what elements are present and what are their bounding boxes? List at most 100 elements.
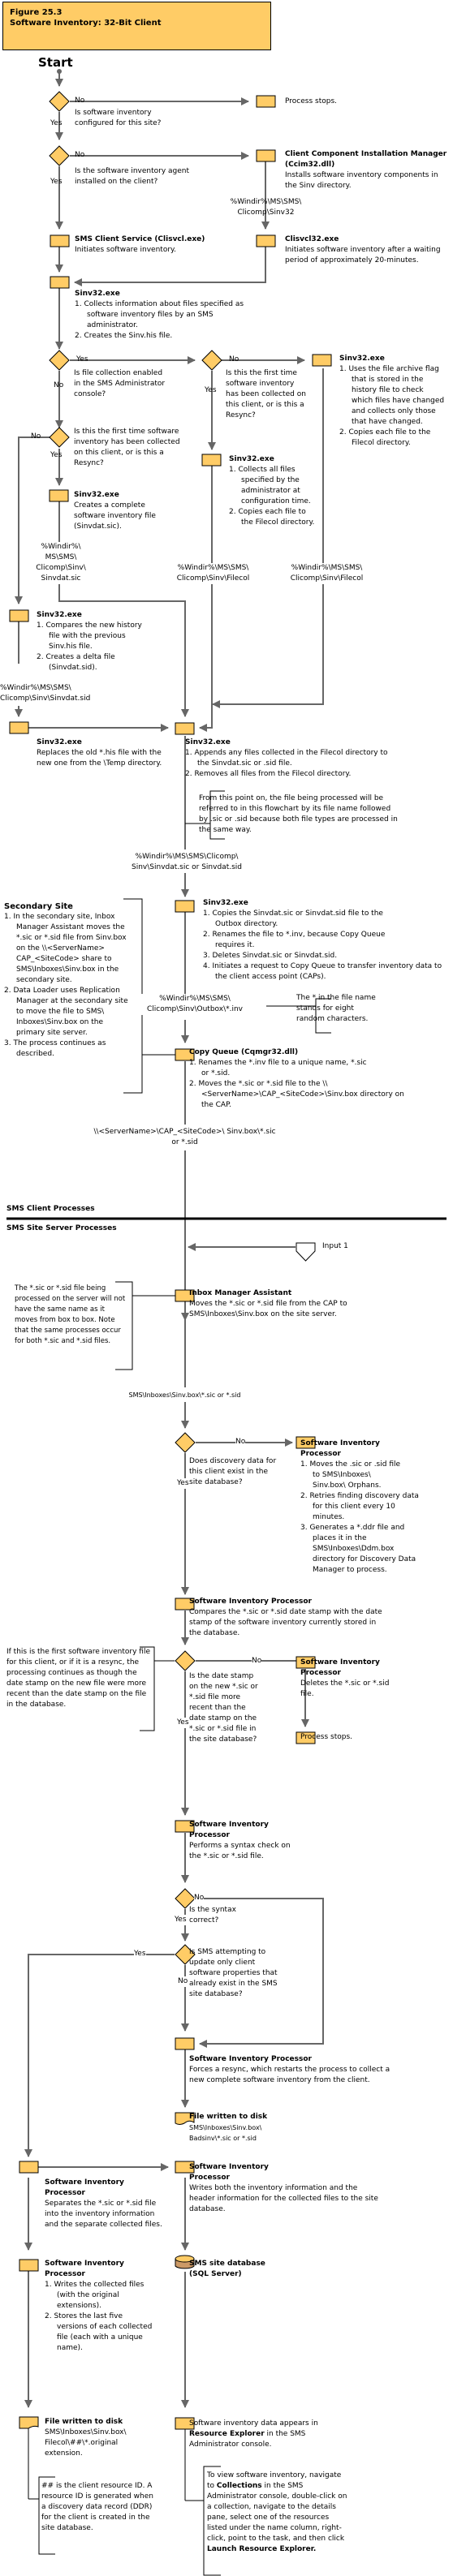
- decision-d3-question: Is file collection enabled in the SMS Ad…: [74, 369, 166, 398]
- process-sinv-complete-title: Sinv32.exe: [74, 491, 119, 499]
- input-1-label: Input 1: [322, 1242, 348, 1250]
- process-sinv-append: [175, 722, 195, 735]
- process-inbox-mgr-title: Inbox Manager Assistant: [189, 1289, 292, 1297]
- decision-d6: [175, 1432, 196, 1453]
- launch-resource-explorer-emphasis: Launch Resource Explorer.: [207, 2545, 317, 2553]
- decision-d2-question: Is the software inventory agent installe…: [75, 167, 190, 186]
- lane-client-label: SMS Client Processes: [6, 1205, 95, 1213]
- process-sinv-append-item: 2. Removes all files from the Filecol di…: [185, 770, 352, 778]
- process-sinv-archive-item: 1. Uses the file archive flag that is st…: [339, 365, 445, 426]
- process-stop1: [256, 95, 276, 108]
- process-resource-explorer-text: Software inventory data appears in Resou…: [189, 2419, 331, 2450]
- decision-d5: [201, 350, 222, 371]
- decision-d1-question: Is software inventory configured for thi…: [75, 109, 162, 127]
- process-sinv-compare-title: Sinv32.exe: [37, 611, 82, 619]
- decision-d4-question: Is this the first time software inventor…: [74, 428, 180, 467]
- note-processing: From this point on, the file being proce…: [199, 794, 398, 834]
- collections-emphasis: Collections: [216, 2482, 262, 2490]
- decision-d4: [49, 427, 70, 448]
- process-sip-resync-title: Software Inventory Processor: [189, 2055, 312, 2063]
- input-connector-1: [296, 1242, 316, 1262]
- process-sinv-replace-text: Replaces the old *.his file with the new…: [37, 749, 162, 768]
- process-ccim: [256, 149, 276, 162]
- decision-d3: [49, 350, 70, 371]
- process-sinv-append-item: 1. Appends any files collected in the Fi…: [185, 749, 388, 768]
- note-secondary-site-title: Secondary Site: [4, 902, 73, 911]
- decision-d4-no: No: [31, 432, 41, 441]
- text-span: in the SMS Administrator console, double…: [207, 2482, 347, 2543]
- document-file-filecol-title: File written to disk: [45, 2418, 123, 2426]
- decision-d7-no: No: [252, 1656, 262, 1666]
- process-sinv-replace: [9, 721, 29, 734]
- decision-d3-yes: Yes: [76, 355, 88, 363]
- process-sip-writes-text: Writes both the inventory information an…: [189, 2184, 378, 2213]
- process-sip-orphans-title: Software Inventory Processor: [300, 1439, 380, 1458]
- decision-d6-no: No: [235, 1437, 246, 1447]
- path-p4: %Windir%\MS\SMS\ Clicomp\Sinv\Filecol: [276, 563, 378, 584]
- decision-d8-yes: Yes: [175, 1915, 187, 1925]
- process-inbox-mgr-text: Moves the *.sic or *.sid file from the C…: [189, 1300, 347, 1318]
- decision-d2: [49, 145, 70, 166]
- process-sip-resync-block: Software Inventory Processor Forces a re…: [189, 2054, 400, 2086]
- process-sip-compare-block: Software Inventory Processor Compares th…: [189, 1597, 384, 1639]
- process-sinv-complete-text: Creates a complete software inventory fi…: [74, 501, 156, 531]
- process-sip-delete-text: Deletes the *.sic or *.sid file.: [300, 1679, 390, 1698]
- process-stop1-text: Process stops.: [285, 97, 337, 105]
- decision-d5-no: No: [229, 355, 239, 363]
- path-p9: SMS\Inboxes\Sinv.box\*.sic or *.sid: [85, 1390, 284, 1400]
- note-asterisk: The * in the file name stands for eight …: [296, 994, 376, 1023]
- decision-d9-no: No: [178, 1976, 188, 1987]
- process-clisvcl: [50, 234, 70, 247]
- decision-d8-question: Is the syntax correct?: [189, 1906, 236, 1924]
- process-sinv-all-item: 1. Collects all files specified by the a…: [229, 466, 311, 505]
- process-clisvcl32-text: Initiates software inventory after a wai…: [285, 246, 441, 264]
- process-sinv-append-block: Sinv32.exe 1. Appends any files collecte…: [185, 738, 429, 780]
- process-copy-queue-block: Copy Queue (Cqmgr32.dll) 1. Renames the …: [189, 1047, 433, 1111]
- process-sip-compare-title: Software Inventory Processor: [189, 1598, 312, 1606]
- resource-explorer-emphasis: Resource Explorer: [189, 2430, 265, 2438]
- figure-title: Software Inventory: 32-Bit Client: [10, 19, 162, 28]
- process-sip-collected-block: Software Inventory Processor 1. Writes t…: [45, 2259, 162, 2354]
- process-sinv-collect-item: 2. Creates the Sinv.his file.: [75, 332, 173, 340]
- process-sip-orphans-item: 3. Generates a *.ddr file and places it …: [300, 1524, 416, 1574]
- process-sinv-copy-item: 4. Initiates a request to Copy Queue to …: [203, 962, 442, 981]
- process-clisvcl32: [256, 234, 276, 247]
- process-sip-collected-item: 1. Writes the collected files (with the …: [45, 2281, 145, 2310]
- process-clisvcl32-title: Clisvcl32.exe: [285, 235, 339, 243]
- process-ccim-block: Client Component Installation Manager (C…: [285, 149, 447, 191]
- process-sip-compare-text: Compares the *.sic or *.sid date stamp w…: [189, 1608, 382, 1637]
- note-secondary-site-item: 1. In the secondary site, Inbox Manager …: [4, 913, 127, 984]
- process-sinv-collect-title: Sinv32.exe: [75, 290, 120, 298]
- lane-server-label: SMS Site Server Processes: [6, 1224, 117, 1232]
- process-sinv-complete-block: Sinv32.exe Creates a complete software i…: [74, 490, 170, 532]
- process-sip-resync: [175, 2037, 195, 2050]
- process-copy-queue-item: 1. Renames the *.inv file to a unique na…: [189, 1059, 367, 1077]
- process-sinv-all-item: 2. Copies each file to the Filecol direc…: [229, 508, 315, 527]
- note-server-name: The *.sic or *.sid file being processed …: [15, 1284, 126, 1345]
- decision-d4-yes: Yes: [50, 451, 63, 459]
- connector: [199, 583, 213, 732]
- process-sinv-compare-item: 2. Creates a delta file (Sinvdat.sid).: [37, 653, 115, 672]
- decision-d9-question: Is SMS attempting to update only client …: [189, 1948, 278, 1998]
- decision-d5-question: Is this the first time software inventor…: [226, 369, 306, 419]
- process-sip-separate: [19, 2161, 39, 2174]
- process-sip-separate-text: Separates the *.sic or *.sid file into t…: [45, 2200, 162, 2229]
- process-stop2-text: Process stops.: [300, 1733, 352, 1741]
- decision-d2-yes: Yes: [50, 178, 63, 186]
- process-sip-delete-title: Software Inventory Processor: [300, 1658, 380, 1677]
- note-view-inventory: To view software inventory, navigate to …: [207, 2471, 349, 2555]
- process-copy-queue-title: Copy Queue (Cqmgr32.dll): [189, 1048, 299, 1056]
- database-sms-site-label: SMS site database (SQL Server): [189, 2260, 265, 2278]
- process-sinv-copy-item: 3. Deletes Sinvdat.sic or Sinvdat.sid.: [203, 952, 338, 960]
- document-file-filecol: [19, 2416, 39, 2429]
- process-sinv-copy-block: Sinv32.exe 1. Copies the Sinvdat.sic or …: [203, 898, 447, 983]
- process-sinv-replace-block: Sinv32.exe Replaces the old *.his file w…: [37, 738, 162, 769]
- figure-number: Figure 25.3: [10, 8, 63, 17]
- process-sinv-archive-block: Sinv32.exe 1. Uses the file archive flag…: [339, 354, 445, 449]
- process-sip-syntax-title: Software Inventory Processor: [189, 1821, 269, 1839]
- process-sinv-collect: [50, 276, 70, 289]
- path-p2: %Windir%\ MS\SMS\ Clicomp\Sinv\ Sinvdat.…: [26, 542, 96, 584]
- figure-title-box: Figure 25.3 Software Inventory: 32-Bit C…: [2, 2, 271, 50]
- path-p1: %Windir%\MS\SMS\ Clicomp\Sinv32: [230, 198, 302, 217]
- process-sip-separate-title: Software Inventory Processor: [45, 2178, 124, 2197]
